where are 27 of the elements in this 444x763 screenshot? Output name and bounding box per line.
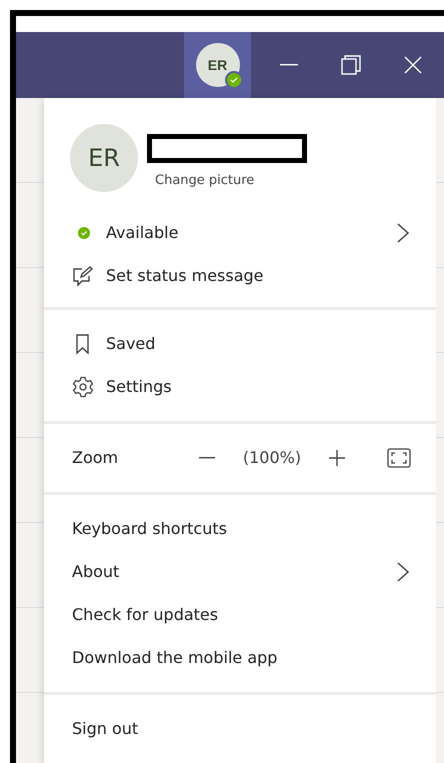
minus-icon	[199, 456, 215, 458]
plus-icon	[329, 450, 345, 466]
available-status-icon	[78, 226, 90, 238]
avatar: ER	[196, 43, 240, 87]
minimize-icon	[280, 64, 298, 66]
menu-item[interactable]: Saved	[44, 322, 436, 365]
menu-item[interactable]: Check for updates	[44, 593, 436, 636]
zoom-level: (100%)	[242, 448, 302, 467]
avatar: ER	[70, 124, 138, 192]
settings-icon	[72, 376, 94, 398]
menu-item[interactable]: Set status message	[44, 254, 436, 297]
menu-item[interactable]: Keyboard shortcuts	[44, 507, 436, 550]
profile-button[interactable]: ER	[184, 32, 251, 98]
menu-item[interactable]: About	[44, 550, 436, 593]
change-picture-link[interactable]: Change picture	[147, 173, 307, 188]
close-icon	[404, 56, 422, 74]
available-badge-icon	[224, 71, 242, 89]
menu-item[interactable]: Available	[44, 211, 436, 254]
zoom-label: Zoom	[72, 448, 120, 467]
chevron-right-icon	[396, 560, 410, 582]
fullscreen-icon	[387, 448, 411, 468]
menu-item[interactable]: Settings	[44, 365, 436, 408]
edit-message-icon	[72, 264, 94, 286]
menu-item[interactable]: Download the mobile app	[44, 636, 436, 679]
menu-item[interactable]: Sign out	[44, 707, 436, 750]
restore-icon	[341, 55, 361, 75]
chevron-right-icon	[396, 222, 410, 244]
